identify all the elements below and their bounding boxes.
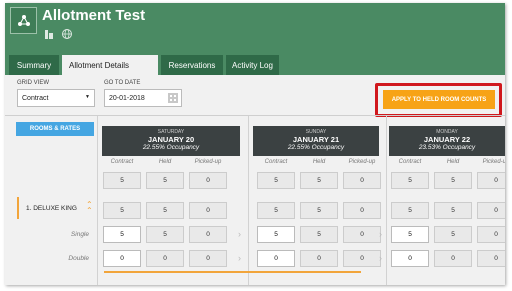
- chevron-down-icon: ▼: [85, 94, 90, 100]
- day-header: SUNDAY JANUARY 21 22.55% Occupancy: [253, 126, 379, 156]
- single-held-cell: 5: [434, 226, 472, 243]
- grid-view-select[interactable]: Contract ▼: [17, 89, 95, 107]
- total-held-cell: 5: [434, 172, 472, 189]
- room-contract-cell: 5: [103, 202, 141, 219]
- double-contract-input[interactable]: 0: [257, 250, 295, 267]
- room-held-cell: 5: [300, 202, 338, 219]
- day-occupancy: 22.55% Occupancy: [287, 144, 345, 151]
- go-to-date-value: 20-01-2018: [109, 95, 145, 102]
- collapse-icon[interactable]: ⌃ ⌃: [86, 201, 93, 215]
- room-contract-cell: 5: [391, 202, 429, 219]
- total-contract-cell: 5: [391, 172, 429, 189]
- single-contract-input[interactable]: 5: [103, 226, 141, 243]
- day-occupancy: 22.55% Occupancy: [142, 144, 200, 151]
- globe-icon[interactable]: [61, 27, 73, 39]
- chevron-right-icon[interactable]: ›: [379, 229, 382, 239]
- tab-reservations[interactable]: Reservations: [161, 55, 223, 75]
- room-picked-up-cell: 0: [343, 202, 381, 219]
- total-picked-up-cell: 0: [343, 172, 381, 189]
- day-date: JANUARY 22: [423, 135, 471, 144]
- double-row-label: Double: [68, 255, 89, 262]
- column-divider: [386, 116, 387, 285]
- tab-summary[interactable]: Summary: [9, 55, 59, 75]
- col-header-picked-up: Picked-up: [482, 159, 505, 165]
- apply-held-room-counts-button[interactable]: APPLY TO HELD ROOM COUNTS: [383, 90, 495, 109]
- room-type-row[interactable]: 1. DELUXE KING ⌃ ⌃: [17, 197, 97, 219]
- double-picked-up-cell: 0: [477, 250, 505, 267]
- double-picked-up-cell: 0: [343, 250, 381, 267]
- page-title: Allotment Test: [42, 7, 146, 24]
- day-header: MONDAY JANUARY 22 23.53% Occupancy: [389, 126, 505, 156]
- tab-activity-log[interactable]: Activity Log: [226, 55, 279, 75]
- double-contract-input[interactable]: 0: [103, 250, 141, 267]
- single-contract-input[interactable]: 5: [257, 226, 295, 243]
- col-header-contract: Contract: [398, 159, 422, 165]
- total-held-cell: 5: [146, 172, 184, 189]
- room-picked-up-cell: 0: [189, 202, 227, 219]
- double-held-cell: 0: [146, 250, 184, 267]
- app-window: Allotment Test Summary Allotment Details…: [5, 3, 505, 285]
- column-divider: [248, 116, 249, 285]
- double-held-cell: 0: [300, 250, 338, 267]
- total-contract-cell: 5: [103, 172, 141, 189]
- day-date: JANUARY 21: [292, 135, 340, 144]
- total-contract-cell: 5: [257, 172, 295, 189]
- single-row-label: Single: [70, 231, 89, 238]
- grid-view-label: GRID VIEW: [17, 80, 50, 86]
- room-picked-up-cell: 0: [477, 202, 505, 219]
- rooms-rates-button[interactable]: ROOMS & RATES: [16, 122, 94, 136]
- single-picked-up-cell: 0: [189, 226, 227, 243]
- single-picked-up-cell: 0: [343, 226, 381, 243]
- col-header-contract: Contract: [110, 159, 134, 165]
- column-divider: [97, 116, 98, 285]
- total-picked-up-cell: 0: [189, 172, 227, 189]
- col-header-held: Held: [158, 159, 172, 165]
- go-to-date-input[interactable]: 20-01-2018: [104, 89, 182, 107]
- chevron-right-icon[interactable]: ›: [238, 229, 241, 239]
- room-contract-cell: 5: [257, 202, 295, 219]
- toolbar-divider: [5, 115, 505, 116]
- double-contract-input[interactable]: 0: [391, 250, 429, 267]
- chevron-right-icon[interactable]: ›: [238, 253, 241, 263]
- room-held-cell: 5: [434, 202, 472, 219]
- total-held-cell: 5: [300, 172, 338, 189]
- col-header-picked-up: Picked-up: [348, 159, 376, 165]
- col-header-held: Held: [446, 159, 460, 165]
- double-picked-up-cell: 0: [189, 250, 227, 267]
- day-occupancy: 23.53% Occupancy: [418, 144, 476, 151]
- horizontal-scrollbar[interactable]: [104, 271, 361, 273]
- chevron-right-icon[interactable]: ›: [379, 253, 382, 263]
- tab-allotment-details-label: Allotment Details: [69, 60, 130, 70]
- single-contract-input[interactable]: 5: [391, 226, 429, 243]
- go-to-date-label: GO TO DATE: [104, 80, 141, 86]
- room-type-name: 1. DELUXE KING: [26, 205, 77, 212]
- building-icon[interactable]: [43, 27, 55, 39]
- col-header-held: Held: [312, 159, 326, 165]
- col-header-contract: Contract: [264, 159, 288, 165]
- grid-view-value: Contract: [22, 95, 49, 102]
- tab-bar: Summary Allotment Details Reservations A…: [5, 55, 505, 75]
- logo-icon: [10, 7, 37, 34]
- double-held-cell: 0: [434, 250, 472, 267]
- day-header: SATURDAY JANUARY 20 22.55% Occupancy: [102, 126, 240, 156]
- col-header-picked-up: Picked-up: [194, 159, 222, 165]
- day-date: JANUARY 20: [147, 135, 195, 144]
- single-held-cell: 5: [300, 226, 338, 243]
- tab-allotment-details[interactable]: Allotment Details: [62, 55, 208, 75]
- single-picked-up-cell: 0: [477, 226, 505, 243]
- header-bar: Allotment Test Summary Allotment Details…: [5, 3, 505, 75]
- single-held-cell: 5: [146, 226, 184, 243]
- room-held-cell: 5: [146, 202, 184, 219]
- calendar-icon[interactable]: [168, 93, 178, 103]
- total-picked-up-cell: 0: [477, 172, 505, 189]
